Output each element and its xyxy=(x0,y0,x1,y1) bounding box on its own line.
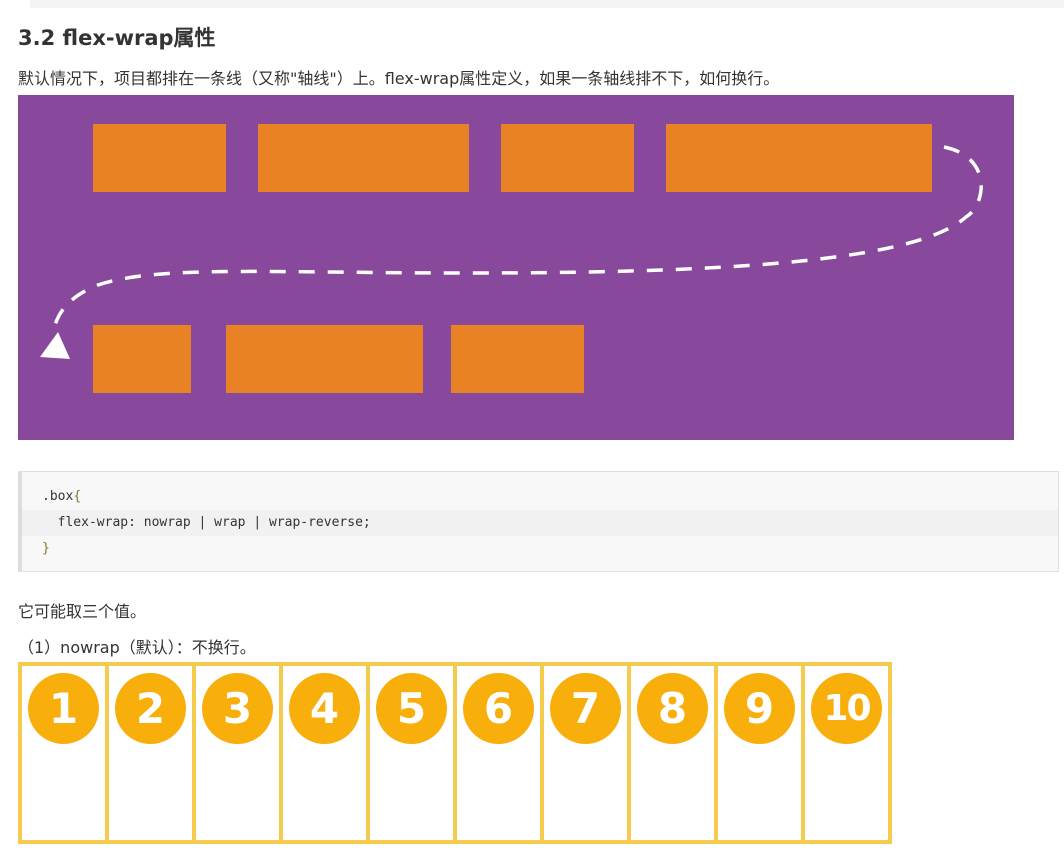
code-selector: .box xyxy=(42,489,74,504)
illustration-item-box xyxy=(93,325,191,393)
illustration-item-box xyxy=(666,124,932,192)
number-circle: 8 xyxy=(637,673,708,744)
demo-item: 4 xyxy=(283,666,366,840)
code-brace: } xyxy=(42,541,50,556)
values-intro: 它可能取三个值。 xyxy=(18,602,147,621)
number-circle: 7 xyxy=(550,673,621,744)
demo-item: 10 xyxy=(805,666,888,840)
illustration-item-box xyxy=(258,124,469,192)
number-circle: 4 xyxy=(289,673,360,744)
number-circle: 5 xyxy=(376,673,447,744)
demo-item: 5 xyxy=(370,666,453,840)
illustration-item-box xyxy=(93,124,226,192)
code-line: } xyxy=(22,536,1058,562)
code-line: flex-wrap: nowrap | wrap | wrap-reverse; xyxy=(22,510,1058,536)
number-circle: 1 xyxy=(28,673,99,744)
demo-item: 2 xyxy=(109,666,192,840)
number-circle: 2 xyxy=(115,673,186,744)
code-block: .box{ flex-wrap: nowrap | wrap | wrap-re… xyxy=(18,471,1059,572)
demo-item: 3 xyxy=(196,666,279,840)
demo-item: 1 xyxy=(22,666,105,840)
illustration-item-box xyxy=(501,124,634,192)
code-brace: { xyxy=(73,489,82,504)
illustration-item-box xyxy=(226,325,423,393)
illustration-item-box xyxy=(451,325,584,393)
code-line: .box{ xyxy=(22,484,1058,510)
number-circle: 6 xyxy=(463,673,534,744)
demo-item: 8 xyxy=(631,666,714,840)
demo-item: 6 xyxy=(457,666,540,840)
nowrap-demo-container: 1 2 3 4 5 6 7 8 9 10 xyxy=(18,662,892,844)
nowrap-caption: （1）nowrap（默认）：不换行。 xyxy=(18,638,256,657)
demo-item: 9 xyxy=(718,666,801,840)
flex-wrap-illustration xyxy=(18,95,1014,440)
top-strip xyxy=(30,0,1064,8)
intro-paragraph: 默认情况下，项目都排在一条线（又称"轴线"）上。flex-wrap属性定义，如果… xyxy=(18,69,780,88)
section-heading: 3.2 flex-wrap属性 xyxy=(18,26,216,50)
number-circle: 3 xyxy=(202,673,273,744)
number-circle: 9 xyxy=(724,673,795,744)
demo-item: 7 xyxy=(544,666,627,840)
number-circle: 10 xyxy=(811,673,882,744)
